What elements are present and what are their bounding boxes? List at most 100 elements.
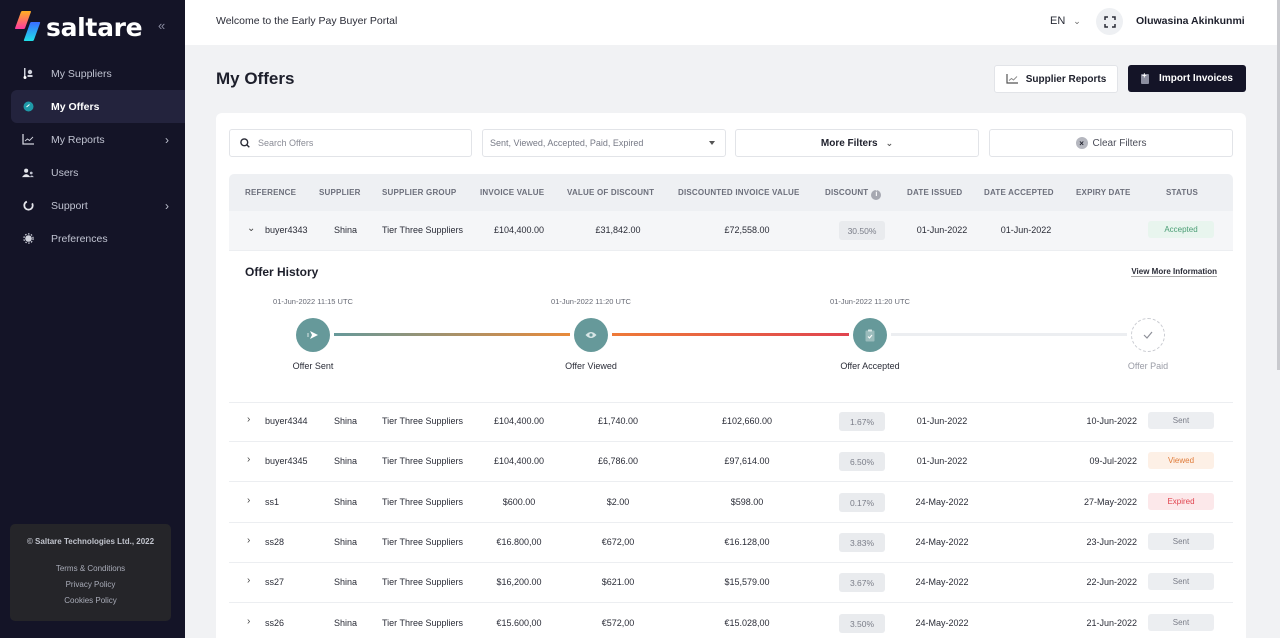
cookies-link[interactable]: Cookies Policy	[10, 596, 171, 605]
cell-date-issued: 24-May-2022	[915, 577, 969, 587]
chevron-down-icon[interactable]: ⌄	[247, 223, 255, 234]
step-label: Offer Sent	[292, 361, 334, 371]
step-label: Offer Viewed	[565, 361, 617, 371]
table-row[interactable]: › ss1 Shina Tier Three Suppliers $600.00 $2.0…	[229, 483, 1233, 523]
topbar: Welcome to the Early Pay Buyer Portal EN…	[185, 0, 1277, 45]
copyright-text: © Saltare Technologies Ltd., 2022	[26, 537, 155, 546]
clear-filters-button[interactable]: × Clear Filters	[989, 129, 1233, 157]
table-row[interactable]: › ss27 Shina Tier Three Suppliers $16,200.00…	[229, 563, 1233, 603]
offer-history-panel: Offer History View More Information 01-J…	[229, 251, 1233, 403]
language-selector[interactable]: EN ⌄	[1050, 15, 1081, 27]
column-header-discount[interactable]: DISCOUNT i	[825, 188, 882, 200]
cell-date-issued: 24-May-2022	[915, 537, 969, 547]
chevron-right-icon[interactable]: ›	[247, 414, 250, 425]
double-chevron-down-icon: ⌄	[885, 137, 894, 148]
sidebar-item-my-offers[interactable]: My Offers	[11, 90, 185, 123]
sidebar-item-label: Users	[51, 166, 79, 179]
table-row[interactable]: ⌄ buyer4343 Shina Tier Three Suppliers £104,…	[229, 211, 1233, 251]
table-row[interactable]: › ss26 Shina Tier Three Suppliers €15.600,00…	[229, 604, 1233, 638]
discount-pill: 3.50%	[839, 614, 885, 633]
column-header-expiry-date[interactable]: EXPIRY DATE	[1076, 188, 1131, 197]
column-header-date-issued[interactable]: DATE ISSUED	[907, 188, 962, 197]
cell-group: Tier Three Suppliers	[382, 537, 464, 547]
cell-group: Tier Three Suppliers	[382, 456, 464, 466]
cell-supplier: Shina	[334, 416, 358, 426]
cell-supplier: Shina	[334, 618, 358, 628]
view-more-information-link[interactable]: View More Information	[1131, 267, 1217, 277]
brand-logo[interactable]: saltare	[14, 11, 143, 43]
column-header-status[interactable]: STATUS	[1166, 188, 1198, 197]
column-header-discounted-invoice-value[interactable]: DISCOUNTED INVOICE VALUE	[678, 188, 800, 197]
cell-reference: buyer4345	[265, 456, 308, 466]
more-filters-button[interactable]: More Filters ⌄	[735, 129, 979, 157]
fullscreen-button[interactable]	[1096, 8, 1123, 35]
table-row[interactable]: › buyer4345 Shina Tier Three Suppliers £104,…	[229, 442, 1233, 482]
status-badge: Viewed	[1148, 452, 1214, 469]
timeline-step-offer-paid: Offer Paid	[1088, 297, 1208, 371]
cell-date-issued: 01-Jun-2022	[916, 456, 968, 466]
column-header-supplier[interactable]: SUPPLIER	[319, 188, 361, 197]
chevron-right-icon[interactable]: ›	[247, 454, 250, 465]
cell-discounted-value: $15,579.00	[724, 577, 770, 587]
search-input[interactable]	[258, 138, 458, 148]
cell-reference: buyer4344	[265, 416, 308, 426]
discount-pill: 6.50%	[839, 452, 885, 471]
chevron-right-icon[interactable]: ›	[247, 495, 250, 506]
search-field[interactable]	[229, 129, 472, 157]
status-badge: Sent	[1148, 412, 1214, 429]
discount-pill: 0.17%	[839, 493, 885, 512]
chart-icon	[1006, 74, 1018, 84]
column-header-value-of-discount[interactable]: VALUE OF DISCOUNT	[567, 188, 654, 197]
cell-supplier: Shina	[334, 456, 358, 466]
terms-link[interactable]: Terms & Conditions	[10, 564, 171, 573]
cell-expiry-date: 23-Jun-2022	[1086, 537, 1137, 547]
sidebar-item-support[interactable]: Support ›	[0, 189, 185, 222]
privacy-link[interactable]: Privacy Policy	[10, 580, 171, 589]
cell-invoice-value: $16,200.00	[496, 577, 542, 587]
cell-supplier: Shina	[334, 497, 358, 507]
chevron-right-icon[interactable]: ›	[247, 616, 250, 627]
supplier-reports-label: Supplier Reports	[1025, 73, 1107, 85]
info-icon[interactable]: i	[871, 189, 882, 200]
support-icon	[22, 200, 34, 212]
clear-filters-label: Clear Filters	[1092, 137, 1147, 149]
status-badge: Sent	[1148, 614, 1214, 631]
cell-invoice-value: £104,400.00	[493, 456, 545, 466]
status-badge: Accepted	[1148, 221, 1214, 238]
offers-badge-icon	[22, 101, 34, 113]
sidebar-item-users[interactable]: Users	[0, 156, 185, 189]
discount-pill: 3.83%	[839, 533, 885, 552]
import-invoices-button[interactable]: Import Invoices	[1128, 65, 1246, 92]
cell-group: Tier Three Suppliers	[382, 497, 464, 507]
import-invoices-label: Import Invoices	[1159, 73, 1233, 84]
chevron-right-icon: ›	[165, 198, 169, 213]
cell-expiry-date: 10-Jun-2022	[1086, 416, 1137, 426]
user-menu[interactable]: Oluwasina Akinkunmi	[1136, 15, 1245, 27]
send-icon	[296, 318, 330, 352]
cell-discount-value: €572,00	[601, 618, 635, 628]
collapse-sidebar-icon[interactable]: «	[158, 18, 165, 33]
chevron-right-icon[interactable]: ›	[247, 535, 250, 546]
column-header-reference[interactable]: REFERENCE	[245, 188, 296, 197]
column-header-supplier-group[interactable]: SUPPLIER GROUP	[382, 188, 456, 197]
cell-discounted-value: £72,558.00	[724, 225, 770, 235]
sidebar-item-preferences[interactable]: Preferences	[0, 222, 185, 255]
table-row[interactable]: › buyer4344 Shina Tier Three Suppliers £104,…	[229, 402, 1233, 442]
step-timestamp: 01-Jun-2022 11:20 UTC	[551, 297, 631, 306]
status-filter-select[interactable]: Sent, Viewed, Accepted, Paid, Expired	[482, 129, 726, 157]
language-value: EN	[1050, 15, 1066, 27]
sidebar-item-my-suppliers[interactable]: My Suppliers	[0, 57, 185, 90]
cell-discount-value: $621.00	[601, 577, 635, 587]
supplier-reports-button[interactable]: Supplier Reports	[994, 65, 1118, 93]
column-header-date-accepted[interactable]: DATE ACCEPTED	[984, 188, 1054, 197]
table-row[interactable]: › ss28 Shina Tier Three Suppliers €16.800,00…	[229, 523, 1233, 563]
chevron-right-icon[interactable]: ›	[247, 575, 250, 586]
brand-name: saltare	[46, 12, 143, 42]
cell-supplier: Shina	[334, 225, 358, 235]
step-timestamp	[1088, 297, 1208, 307]
sidebar-item-my-reports[interactable]: My Reports ›	[0, 123, 185, 156]
cell-reference: ss28	[265, 537, 285, 547]
timeline-step-offer-viewed: 01-Jun-2022 11:20 UTC Offer Viewed	[531, 297, 651, 371]
cell-discounted-value: $598.00	[730, 497, 764, 507]
column-header-invoice-value[interactable]: INVOICE VALUE	[480, 188, 544, 197]
